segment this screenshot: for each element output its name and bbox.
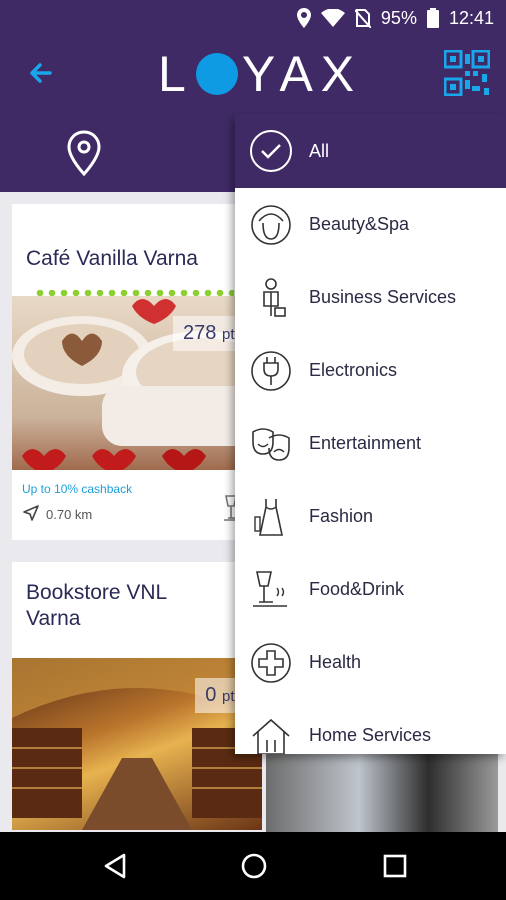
category-label: Beauty&Spa	[309, 214, 410, 234]
logo-dot	[195, 53, 238, 95]
category-item-health[interactable]: Health	[235, 626, 506, 699]
category-item-home-services[interactable]: Home Services	[235, 699, 506, 754]
category-dropdown[interactable]: All Beauty&Spa Business Services Electro…	[235, 114, 506, 754]
nav-home-icon[interactable]	[240, 852, 268, 885]
map-pin-icon[interactable]	[66, 130, 102, 181]
category-item-food-drink[interactable]: Food&Drink	[235, 553, 506, 626]
merchant-photo: 0 pts	[12, 658, 262, 830]
category-item-fashion[interactable]: Fashion	[235, 480, 506, 553]
category-item-beauty-spa[interactable]: Beauty&Spa	[235, 188, 506, 261]
app-logo: L YAX	[158, 46, 363, 102]
battery-icon	[426, 8, 439, 28]
check-circle-icon	[249, 129, 293, 173]
category-label: Food&Drink	[309, 579, 405, 599]
battery-percent: 95%	[380, 7, 417, 28]
spa-face-icon	[249, 203, 293, 247]
medical-cross-icon	[249, 641, 293, 685]
wifi-icon	[320, 9, 345, 27]
nav-back-icon[interactable]	[102, 852, 128, 885]
merchant-title: Bookstore VNL Varna	[26, 581, 168, 630]
category-label: Home Services	[309, 725, 432, 745]
status-bar: 95% 12:41	[0, 0, 506, 36]
house-tools-icon	[249, 714, 293, 754]
category-item-entertainment[interactable]: Entertainment	[235, 407, 506, 480]
app-bar: L YAX	[0, 36, 506, 114]
category-label: Health	[309, 652, 362, 672]
no-sim-icon	[354, 8, 371, 28]
cashback-label: Up to 10% cashback	[22, 482, 133, 496]
dress-icon	[249, 495, 293, 539]
back-arrow-icon[interactable]	[24, 56, 58, 90]
category-label: Business Services	[309, 287, 457, 307]
category-label: Fashion	[309, 506, 374, 526]
plug-icon	[249, 349, 293, 393]
category-label: Entertainment	[309, 433, 422, 453]
distance-label: 0.70 km	[22, 504, 92, 525]
location-icon	[296, 8, 311, 28]
category-item-business-services[interactable]: Business Services	[235, 261, 506, 334]
navigation-arrow-icon	[22, 504, 40, 525]
category-label: All	[309, 140, 330, 161]
category-item-electronics[interactable]: Electronics	[235, 334, 506, 407]
category-item-all[interactable]: All	[235, 114, 506, 188]
category-label: Electronics	[309, 360, 398, 380]
merchant-card[interactable]: Café Vanilla Varna 278 pts Up to 10% cas…	[12, 204, 262, 540]
merchant-photo: 278 pts	[12, 296, 262, 470]
merchant-title: Café Vanilla Varna	[26, 247, 198, 270]
nav-recents-icon[interactable]	[382, 852, 408, 885]
food-drink-icon	[249, 568, 293, 612]
merchant-card[interactable]: Bookstore VNL Varna 0 pts	[12, 562, 262, 830]
system-nav-bar	[0, 832, 506, 900]
merchant-photo	[266, 752, 498, 832]
clock: 12:41	[448, 7, 494, 28]
theater-masks-icon	[249, 422, 293, 466]
qr-code-icon[interactable]	[443, 49, 491, 97]
businessman-icon	[249, 276, 293, 320]
